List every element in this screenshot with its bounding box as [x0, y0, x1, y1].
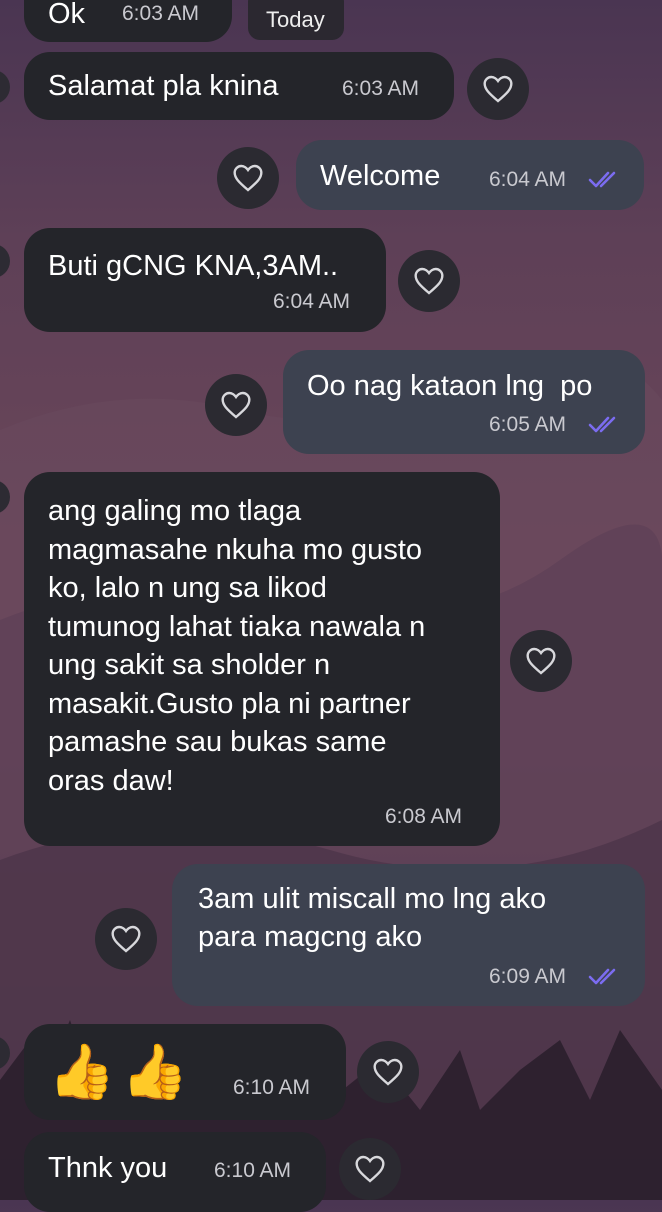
- double-check-icon: [588, 416, 616, 433]
- heart-outline-icon: [526, 647, 556, 675]
- message-time: 6:08 AM: [385, 805, 463, 828]
- reaction-button[interactable]: [357, 1041, 419, 1103]
- message-line: ang galing mo tlaga: [48, 495, 302, 527]
- message-time: 6:10 AM: [233, 1076, 311, 1099]
- message-text: Ok: [48, 0, 86, 30]
- reaction-button[interactable]: [398, 250, 460, 312]
- message-bubble-outgoing[interactable]: Welcome 6:04 AM: [296, 140, 644, 210]
- message-bubble-outgoing[interactable]: Oo nag kataon lng po 6:05 AM: [283, 350, 645, 454]
- heart-outline-icon: [111, 925, 141, 953]
- heart-outline-icon: [414, 267, 444, 295]
- reaction-button[interactable]: [95, 908, 157, 970]
- heart-outline-icon: [221, 391, 251, 419]
- message-time: 6:03 AM: [342, 77, 420, 100]
- message-text: 👍👍: [48, 1042, 195, 1102]
- message-text: Welcome: [320, 160, 441, 192]
- message-time: 6:09 AM: [489, 965, 567, 988]
- reaction-button[interactable]: [510, 630, 572, 692]
- message-line: masakit.Gusto pla ni partner: [48, 687, 411, 720]
- message-time: 6:04 AM: [489, 168, 567, 191]
- message-time: 6:05 AM: [489, 413, 567, 436]
- reaction-button[interactable]: [217, 147, 279, 209]
- double-check-icon: [588, 968, 616, 985]
- message-line: pamashe sau bukas same: [48, 726, 387, 758]
- message-text: Thnk you: [48, 1152, 168, 1184]
- message-bubble-incoming[interactable]: Ok 6:03 AM: [24, 0, 232, 42]
- message-bubble-incoming[interactable]: ang galing mo tlaga magmasahe nkuha mo g…: [24, 472, 500, 846]
- message-text: 3am ulit miscall mo lng ako para magcng …: [198, 880, 546, 956]
- reaction-button[interactable]: [205, 374, 267, 436]
- heart-outline-icon: [355, 1155, 385, 1183]
- date-separator: Today: [248, 0, 344, 40]
- message-bubble-outgoing[interactable]: 3am ulit miscall mo lng ako para magcng …: [172, 864, 645, 1006]
- message-time: 6:03 AM: [122, 2, 200, 25]
- message-line: 3am ulit miscall mo lng ako: [198, 883, 547, 915]
- message-line: tumunog lahat tiaka nawala n: [48, 610, 426, 643]
- heart-outline-icon: [233, 164, 263, 192]
- message-text: ang galing mo tlaga magmasahe nkuha mo g…: [48, 492, 425, 800]
- message-line: ko, lalo n ung sa likod: [48, 572, 327, 604]
- message-bubble-incoming[interactable]: Salamat pla knina 6:03 AM: [24, 52, 454, 120]
- message-time: 6:04 AM: [273, 290, 351, 313]
- message-line: ung sakit sa sholder n: [48, 649, 331, 681]
- message-line: magmasahe nkuha mo gusto: [48, 533, 422, 566]
- reaction-button[interactable]: [467, 58, 529, 120]
- message-text: Salamat pla knina: [48, 70, 279, 102]
- message-bubble-incoming[interactable]: Thnk you 6:10 AM: [24, 1132, 326, 1212]
- message-bubble-incoming[interactable]: Buti gCNG KNA,3AM.. 6:04 AM: [24, 228, 386, 332]
- message-line: oras daw!: [48, 764, 174, 797]
- message-bubble-incoming[interactable]: 👍👍 6:10 AM: [24, 1024, 346, 1120]
- double-check-icon: [588, 171, 616, 188]
- message-text: Oo nag kataon lng po: [307, 370, 593, 402]
- message-text: Buti gCNG KNA,3AM..: [48, 250, 339, 282]
- message-time: 6:10 AM: [214, 1159, 292, 1182]
- heart-outline-icon: [483, 75, 513, 103]
- message-line: para magcng ako: [198, 921, 423, 953]
- reaction-button[interactable]: [339, 1138, 401, 1200]
- heart-outline-icon: [373, 1058, 403, 1086]
- date-separator-label: Today: [266, 7, 325, 32]
